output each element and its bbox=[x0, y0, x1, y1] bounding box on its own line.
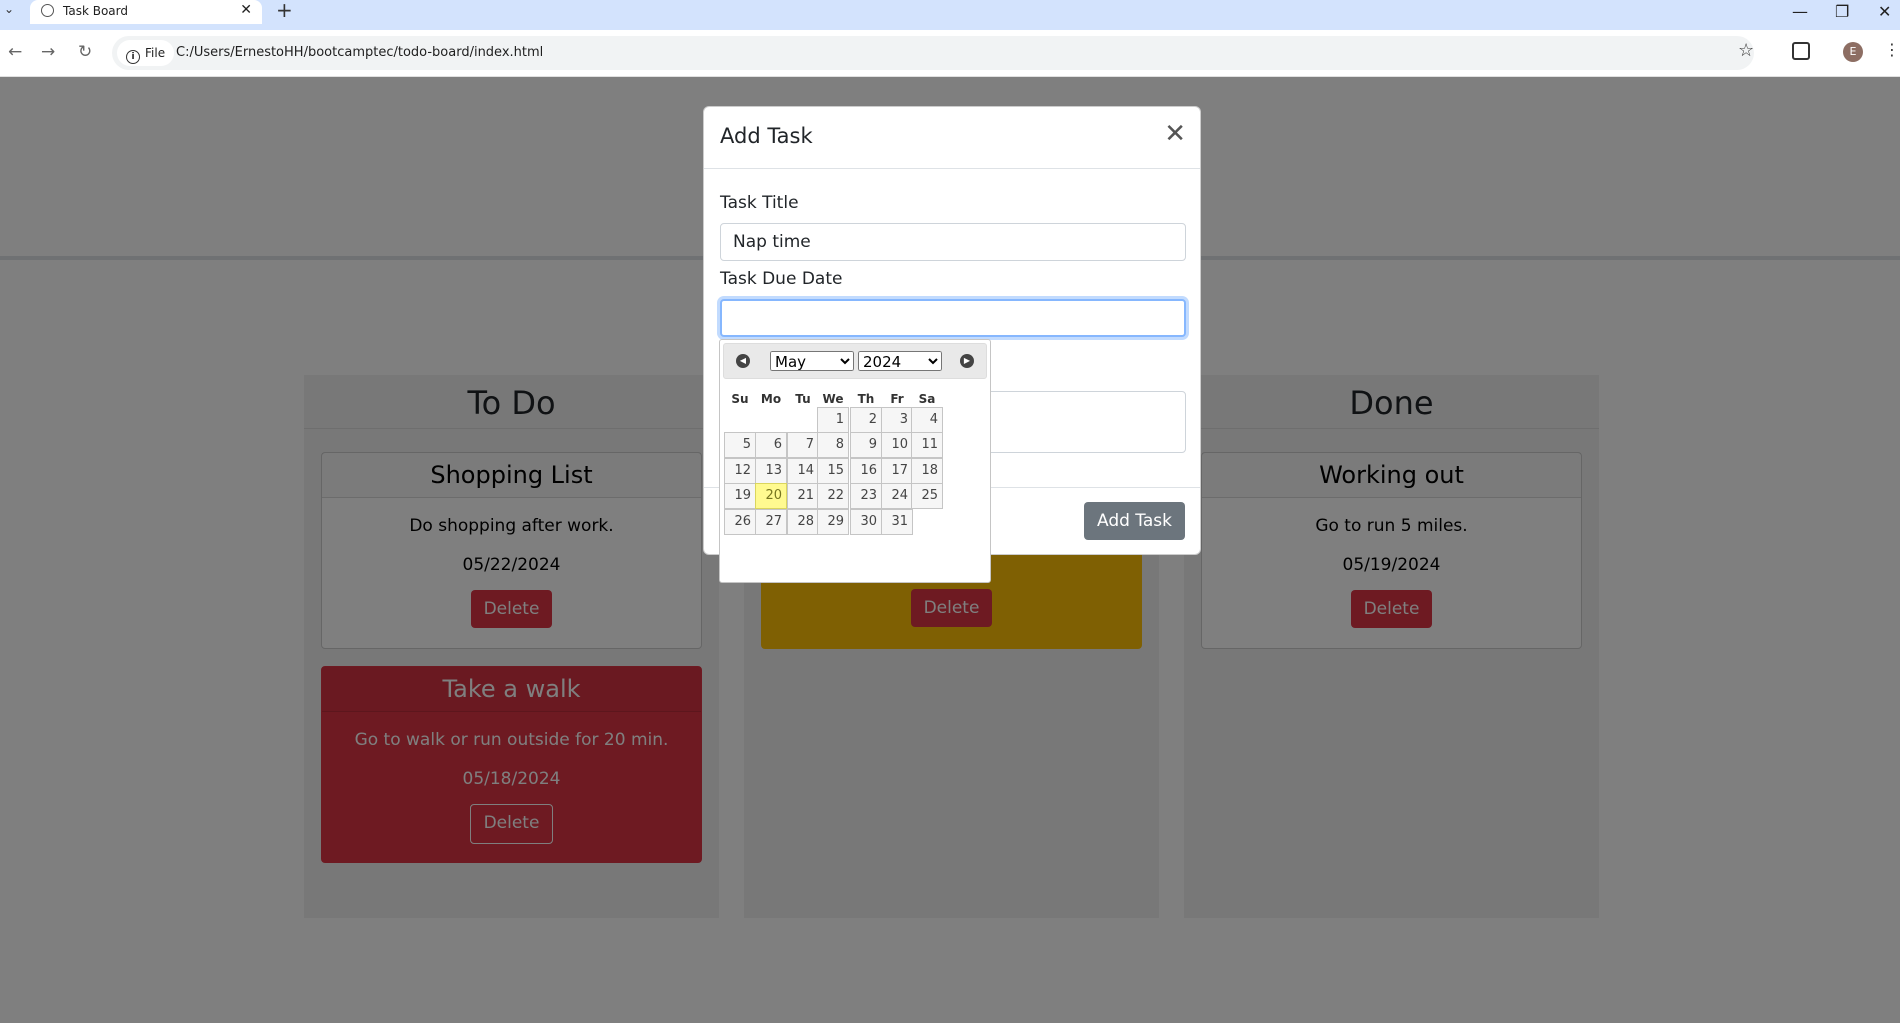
calendar-day[interactable]: 29 bbox=[817, 509, 849, 535]
browser-tab[interactable]: Task Board ✕ bbox=[30, 0, 262, 24]
restore-icon[interactable]: ❐ bbox=[1835, 2, 1849, 21]
calendar-day[interactable]: 23 bbox=[850, 483, 882, 509]
url-text[interactable]: C:/Users/ErnestoHH/bootcamptec/todo-boar… bbox=[176, 45, 543, 60]
calendar-day[interactable]: 2 bbox=[850, 407, 882, 433]
modal-header: Add Task ✕ bbox=[704, 107, 1200, 169]
close-icon[interactable]: ✕ bbox=[1164, 119, 1186, 149]
calendar-day[interactable]: 9 bbox=[850, 432, 882, 458]
globe-icon bbox=[41, 4, 54, 17]
calendar-day[interactable]: 24 bbox=[881, 483, 913, 509]
tab-list-icon[interactable]: ⌄ bbox=[4, 2, 14, 16]
task-title-label: Task Title bbox=[720, 193, 799, 213]
add-task-button[interactable]: Add Task bbox=[1083, 502, 1185, 540]
month-select[interactable]: May bbox=[770, 351, 854, 371]
due-date-input[interactable] bbox=[720, 299, 1186, 337]
weekday-header: Fr bbox=[890, 392, 904, 406]
omnibox[interactable]: i File C:/Users/ErnestoHH/bootcamptec/tod… bbox=[112, 36, 1754, 70]
calendar-day-today[interactable]: 20 bbox=[755, 483, 787, 509]
weekday-header: Tu bbox=[795, 392, 811, 406]
calendar-day[interactable]: 15 bbox=[817, 458, 849, 484]
due-date-label: Task Due Date bbox=[720, 269, 843, 289]
tab-bar: ⌄ Task Board ✕ + — ❐ ✕ bbox=[0, 0, 1900, 30]
prev-month-icon[interactable]: ◀ bbox=[736, 354, 750, 368]
calendar-day[interactable]: 13 bbox=[755, 458, 787, 484]
weekday-header: Th bbox=[857, 392, 875, 406]
calendar-day[interactable]: 31 bbox=[881, 509, 913, 535]
calendar-day[interactable]: 14 bbox=[787, 458, 819, 484]
next-month-icon[interactable]: ▶ bbox=[960, 354, 974, 368]
close-window-icon[interactable]: ✕ bbox=[1878, 2, 1891, 21]
modal-title: Add Task bbox=[720, 124, 813, 148]
forward-icon[interactable]: → bbox=[41, 42, 55, 62]
extensions-icon[interactable] bbox=[1792, 42, 1810, 60]
calendar-day[interactable]: 12 bbox=[724, 458, 756, 484]
calendar-day[interactable]: 5 bbox=[724, 432, 756, 458]
calendar-day[interactable]: 28 bbox=[787, 509, 819, 535]
calendar-day[interactable]: 30 bbox=[850, 509, 882, 535]
calendar-day[interactable]: 21 bbox=[787, 483, 819, 509]
bookmark-star-icon[interactable]: ☆ bbox=[1738, 40, 1754, 61]
profile-avatar[interactable]: E bbox=[1843, 42, 1863, 62]
back-icon[interactable]: ← bbox=[8, 42, 22, 62]
close-tab-icon[interactable]: ✕ bbox=[240, 2, 252, 18]
address-bar: ← → ↻ i File C:/Users/ErnestoHH/bootcampt… bbox=[0, 30, 1900, 77]
site-info-chip[interactable]: i File bbox=[117, 40, 175, 66]
reload-icon[interactable]: ↻ bbox=[78, 42, 92, 62]
calendar-day[interactable]: 6 bbox=[755, 432, 787, 458]
calendar-day[interactable]: 8 bbox=[817, 432, 849, 458]
calendar-day[interactable]: 7 bbox=[787, 432, 819, 458]
weekday-header: Sa bbox=[918, 392, 936, 406]
calendar-day[interactable]: 1 bbox=[817, 407, 849, 433]
calendar-day[interactable]: 26 bbox=[724, 509, 756, 535]
calendar-day[interactable]: 16 bbox=[850, 458, 882, 484]
new-tab-icon[interactable]: + bbox=[276, 0, 293, 22]
calendar-day[interactable]: 18 bbox=[911, 458, 943, 484]
weekday-header: Mo bbox=[760, 392, 782, 406]
calendar-day[interactable]: 25 bbox=[911, 483, 943, 509]
tab-title: Task Board bbox=[63, 4, 128, 18]
calendar-day[interactable]: 4 bbox=[911, 407, 943, 433]
chip-label: File bbox=[145, 46, 166, 60]
calendar-day[interactable]: 3 bbox=[881, 407, 913, 433]
datepicker: ◀ May 2024 ▶ Su Mo Tu We Th Fr Sa 1 2 3 4 5 6 7 8 9 10 11… bbox=[719, 339, 991, 583]
calendar-day[interactable]: 10 bbox=[881, 432, 913, 458]
weekday-header: Su bbox=[731, 392, 749, 406]
calendar-day[interactable]: 22 bbox=[817, 483, 849, 509]
calendar-day[interactable]: 19 bbox=[724, 483, 756, 509]
calendar-day[interactable]: 11 bbox=[911, 432, 943, 458]
calendar-day[interactable]: 17 bbox=[881, 458, 913, 484]
year-select[interactable]: 2024 bbox=[858, 351, 942, 371]
calendar-day[interactable]: 27 bbox=[755, 509, 787, 535]
info-icon: i bbox=[126, 50, 140, 64]
task-title-input[interactable] bbox=[720, 223, 1186, 261]
menu-icon[interactable]: ⋮ bbox=[1884, 40, 1900, 59]
datepicker-header: ◀ May 2024 ▶ bbox=[723, 343, 987, 379]
minimize-icon[interactable]: — bbox=[1792, 2, 1808, 21]
weekday-header: We bbox=[822, 392, 844, 406]
